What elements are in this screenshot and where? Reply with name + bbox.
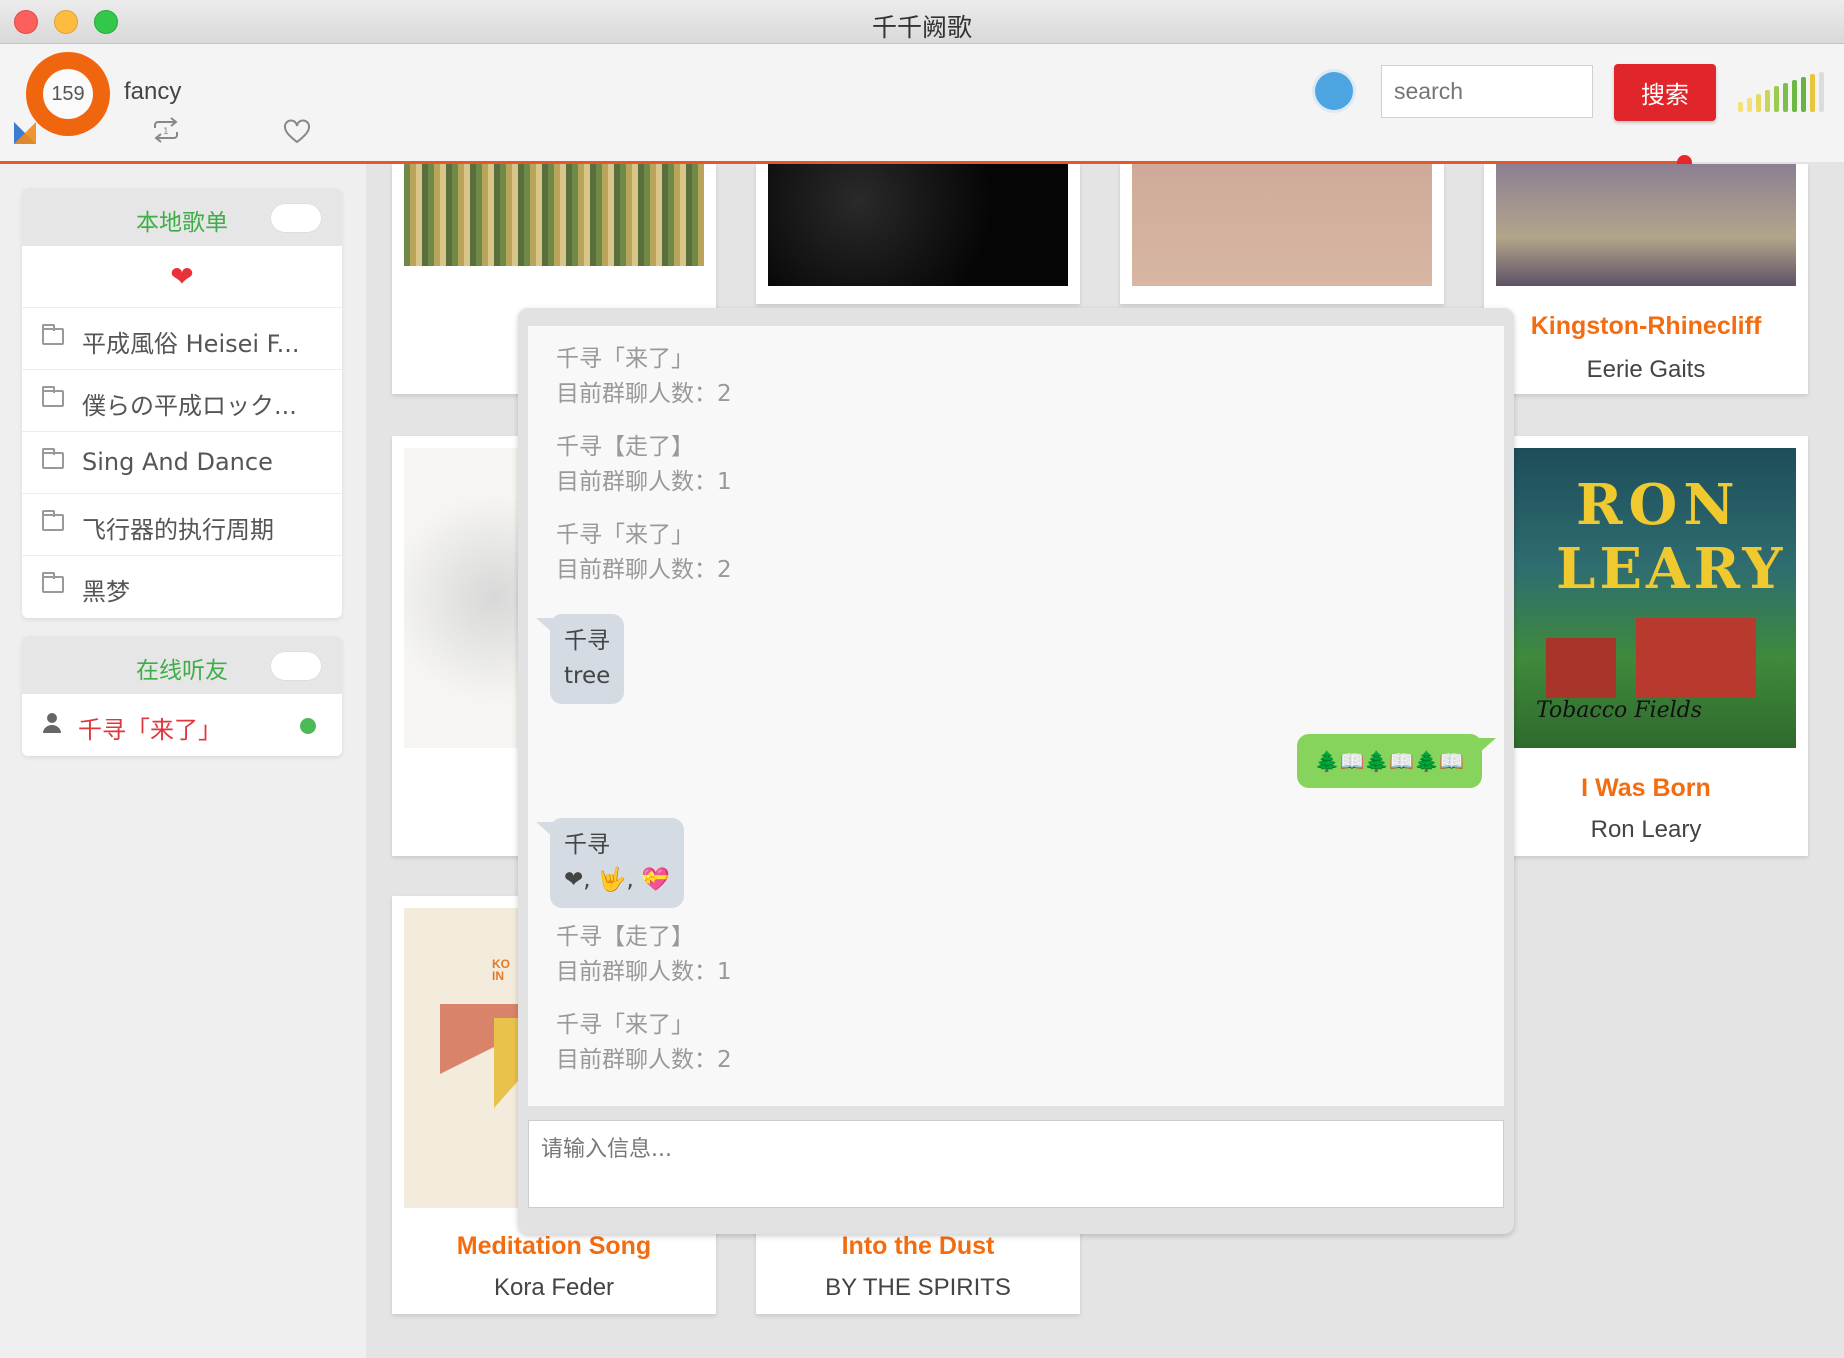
playlist-item[interactable]: 平成風俗 Heisei F...	[22, 308, 342, 370]
local-playlists-panel: 本地歌单 ❤ 平成風俗 Heisei F... 僕らの平成ロック... Sing…	[22, 188, 342, 618]
heart-icon: ❤	[170, 261, 194, 292]
album-artist[interactable]: Kora Feder	[392, 1274, 716, 1302]
album-card[interactable]	[756, 164, 1080, 304]
system-message-event: 千寻【走了】	[556, 434, 694, 460]
playlist-label: 黑梦	[82, 578, 130, 606]
friend-item[interactable]: 千寻「来了」	[22, 694, 342, 756]
search-input[interactable]	[1381, 65, 1593, 118]
album-card[interactable]: Kingston-Rhinecliff Eerie Gaits	[1484, 164, 1808, 394]
message-sender: 千寻	[564, 628, 610, 654]
album-title[interactable]: Kingston-Rhinecliff	[1484, 312, 1808, 341]
album-cover[interactable]	[404, 164, 704, 266]
avatar[interactable]: 159	[26, 52, 110, 136]
album-cover[interactable]	[768, 164, 1068, 286]
title-bar: 千千阙歌	[0, 0, 1844, 44]
outgoing-message-bubble: 🌲📖🌲📖🌲📖	[1296, 734, 1497, 788]
cover-text-kora: KO IN	[492, 957, 510, 983]
svg-text:1: 1	[163, 127, 169, 137]
message-sender: 千寻	[564, 832, 610, 858]
cover-text-tobacco: Tobacco Fields	[1536, 698, 1703, 723]
album-card[interactable]: RON LEARY Tobacco Fields I Was Born Ron …	[1484, 436, 1808, 856]
friend-name: 千寻「来了」	[78, 716, 222, 744]
album-artist[interactable]: BY THE SPIRITS	[756, 1274, 1080, 1302]
local-playlists-toggle[interactable]	[270, 203, 322, 233]
system-message: 千寻【走了】 目前群聊人数：1	[556, 430, 732, 500]
system-message: 千寻【走了】 目前群聊人数：1	[556, 920, 732, 990]
system-message-event: 千寻「来了」	[556, 346, 694, 372]
system-message-count: 目前群聊人数：1	[556, 469, 732, 495]
incoming-message-bubble: 千寻 ❤, 🤟, 💝	[536, 818, 684, 908]
cover-barn	[1636, 618, 1756, 698]
system-message-event: 千寻「来了」	[556, 522, 694, 548]
system-message: 千寻「来了」 目前群聊人数：2	[556, 342, 732, 412]
cover-text-leary: LEARY	[1556, 536, 1787, 602]
playlist-item[interactable]: 僕らの平成ロック...	[22, 370, 342, 432]
person-icon	[42, 712, 62, 740]
repeat-icon[interactable]: 1	[151, 116, 181, 151]
search-button[interactable]: 搜索	[1614, 64, 1716, 121]
album-card[interactable]	[1120, 164, 1444, 304]
album-cover[interactable]	[1496, 164, 1796, 286]
album-artist[interactable]: Eerie Gaits	[1484, 356, 1808, 384]
playlist-label: Sing And Dance	[82, 448, 273, 476]
local-playlists-header: 本地歌单	[22, 188, 342, 246]
system-message-count: 目前群聊人数：2	[556, 381, 732, 407]
username: fancy	[124, 78, 182, 105]
cover-barn-small	[1546, 638, 1616, 698]
message-text: 🌲📖🌲📖🌲📖	[1314, 749, 1464, 773]
incoming-message-bubble: 千寻 tree	[535, 614, 625, 704]
playlist-label: 平成風俗 Heisei F...	[82, 330, 300, 358]
sidebar: 本地歌单 ❤ 平成風俗 Heisei F... 僕らの平成ロック... Sing…	[0, 164, 366, 1358]
folder-icon	[42, 386, 64, 407]
folder-icon	[42, 510, 64, 531]
favorites-row[interactable]: ❤	[22, 246, 342, 308]
chat-message-input[interactable]	[528, 1120, 1504, 1208]
system-message-count: 目前群聊人数：2	[556, 1047, 732, 1073]
system-message-event: 千寻「来了」	[556, 1012, 694, 1038]
online-status-dot	[300, 718, 316, 734]
album-title[interactable]: I Was Born	[1484, 774, 1808, 803]
heart-outline-icon[interactable]	[283, 119, 311, 152]
online-friends-header: 在线听友	[22, 636, 342, 694]
album-artist[interactable]: Ron Leary	[1484, 816, 1808, 844]
status-indicator-icon[interactable]	[1315, 72, 1353, 110]
playlist-item[interactable]: Sing And Dance	[22, 432, 342, 494]
avatar-count: 159	[43, 69, 93, 119]
cover-text-ron: RON	[1576, 472, 1741, 538]
folder-icon	[42, 324, 64, 345]
album-title[interactable]: Into the Dust	[756, 1232, 1080, 1261]
album-title[interactable]: Meditation Song	[392, 1232, 716, 1261]
album-cover[interactable]: RON LEARY Tobacco Fields	[1496, 448, 1796, 748]
system-message-count: 目前群聊人数：2	[556, 557, 732, 583]
volume-bars-icon[interactable]	[1738, 72, 1834, 112]
window-title: 千千阙歌	[871, 13, 972, 42]
chat-log[interactable]: 千寻「来了」 目前群聊人数：2 千寻【走了】 目前群聊人数：1 千寻「来了」 目…	[528, 326, 1504, 1106]
playlist-label: 僕らの平成ロック...	[82, 392, 297, 420]
system-message: 千寻「来了」 目前群聊人数：2	[556, 1008, 732, 1078]
corner-flag-accent-icon	[14, 122, 36, 144]
system-message-count: 目前群聊人数：1	[556, 959, 732, 985]
folder-icon	[42, 448, 64, 469]
system-message-event: 千寻【走了】	[556, 924, 694, 950]
playlist-item[interactable]: 飞行器的执行周期	[22, 494, 342, 556]
playlist-label: 飞行器的执行周期	[82, 516, 274, 544]
folder-icon	[42, 572, 64, 593]
message-text: tree	[564, 663, 611, 689]
chat-window: 千寻「来了」 目前群聊人数：2 千寻【走了】 目前群聊人数：1 千寻「来了」 目…	[518, 308, 1514, 1234]
album-cover[interactable]	[1132, 164, 1432, 286]
playlist-item[interactable]: 黑梦	[22, 556, 342, 618]
message-text: ❤, 🤟, 💝	[564, 867, 670, 893]
online-friends-panel: 在线听友 千寻「来了」	[22, 636, 342, 756]
system-message: 千寻「来了」 目前群聊人数：2	[556, 518, 732, 588]
online-friends-toggle[interactable]	[270, 651, 322, 681]
